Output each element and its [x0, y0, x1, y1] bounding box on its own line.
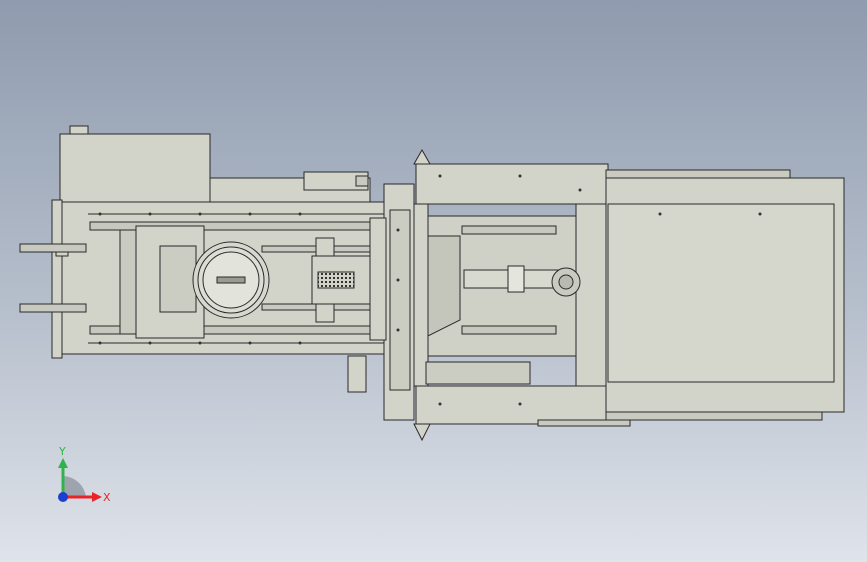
bottom-beam: [415, 385, 609, 425]
top-beam: [415, 163, 609, 205]
frame-inner-top: [89, 221, 381, 231]
bolt: [518, 402, 522, 406]
bolt: [658, 212, 662, 216]
bolt: [758, 212, 762, 216]
bolt: [148, 341, 152, 345]
z-axis-dot: [58, 492, 68, 502]
chamber-taper: [427, 235, 461, 337]
screw-head: [507, 265, 525, 293]
bolt: [298, 212, 302, 216]
x-axis-arrowhead: [92, 492, 102, 502]
machine-assembly[interactable]: [19, 125, 845, 442]
bearing-lower: [315, 303, 335, 323]
bolt: [396, 328, 400, 332]
bottom-spike: [413, 423, 431, 442]
bolt: [248, 341, 252, 345]
bolt: [198, 341, 202, 345]
guide-rail-lower: [461, 325, 557, 335]
bearing-upper: [315, 237, 335, 257]
top-cylinder-end: [355, 175, 369, 187]
injection-unit: [413, 148, 609, 442]
y-axis-label: Y: [58, 445, 66, 458]
x-axis-label: X: [103, 491, 111, 504]
bed-bottom-rail: [605, 411, 823, 421]
bed-lower-strip: [537, 419, 631, 427]
bed-top-rail: [605, 169, 791, 179]
motor-cap: [69, 125, 89, 135]
end-hub-inner: [558, 274, 574, 290]
tie-rod-lower: [19, 303, 87, 313]
gearbox-panel: [159, 245, 197, 313]
bolt: [396, 228, 400, 232]
bolt: [438, 402, 442, 406]
bolt: [298, 341, 302, 345]
left-platen: [413, 203, 429, 387]
flywheel-slot: [216, 276, 246, 284]
lower-bracket: [347, 355, 367, 393]
crosshead-grille: [317, 271, 355, 289]
bed-surface: [607, 203, 835, 383]
gearbox-side: [119, 229, 137, 335]
bolt: [198, 212, 202, 216]
left-end-plate: [51, 199, 63, 359]
motor-housing: [59, 133, 211, 203]
bolt: [98, 212, 102, 216]
top-spike: [413, 148, 431, 165]
right-platen: [575, 203, 607, 387]
coordinate-triad: Y X: [58, 445, 111, 504]
y-axis-arrowhead: [58, 458, 68, 468]
bottom-tray: [425, 361, 531, 385]
drive-unit: [19, 125, 389, 393]
tie-rod-upper: [19, 243, 87, 253]
bolt: [518, 174, 522, 178]
bolt: [396, 278, 400, 282]
cad-viewport[interactable]: Y X: [0, 0, 867, 562]
bolt: [438, 174, 442, 178]
connector-inner: [389, 209, 411, 391]
guide-rail-upper: [461, 225, 557, 235]
bolt: [578, 188, 582, 192]
bolt: [148, 212, 152, 216]
connector-column: [369, 183, 415, 421]
connector-plate: [369, 217, 387, 341]
bolt: [98, 341, 102, 345]
bolt: [248, 212, 252, 216]
